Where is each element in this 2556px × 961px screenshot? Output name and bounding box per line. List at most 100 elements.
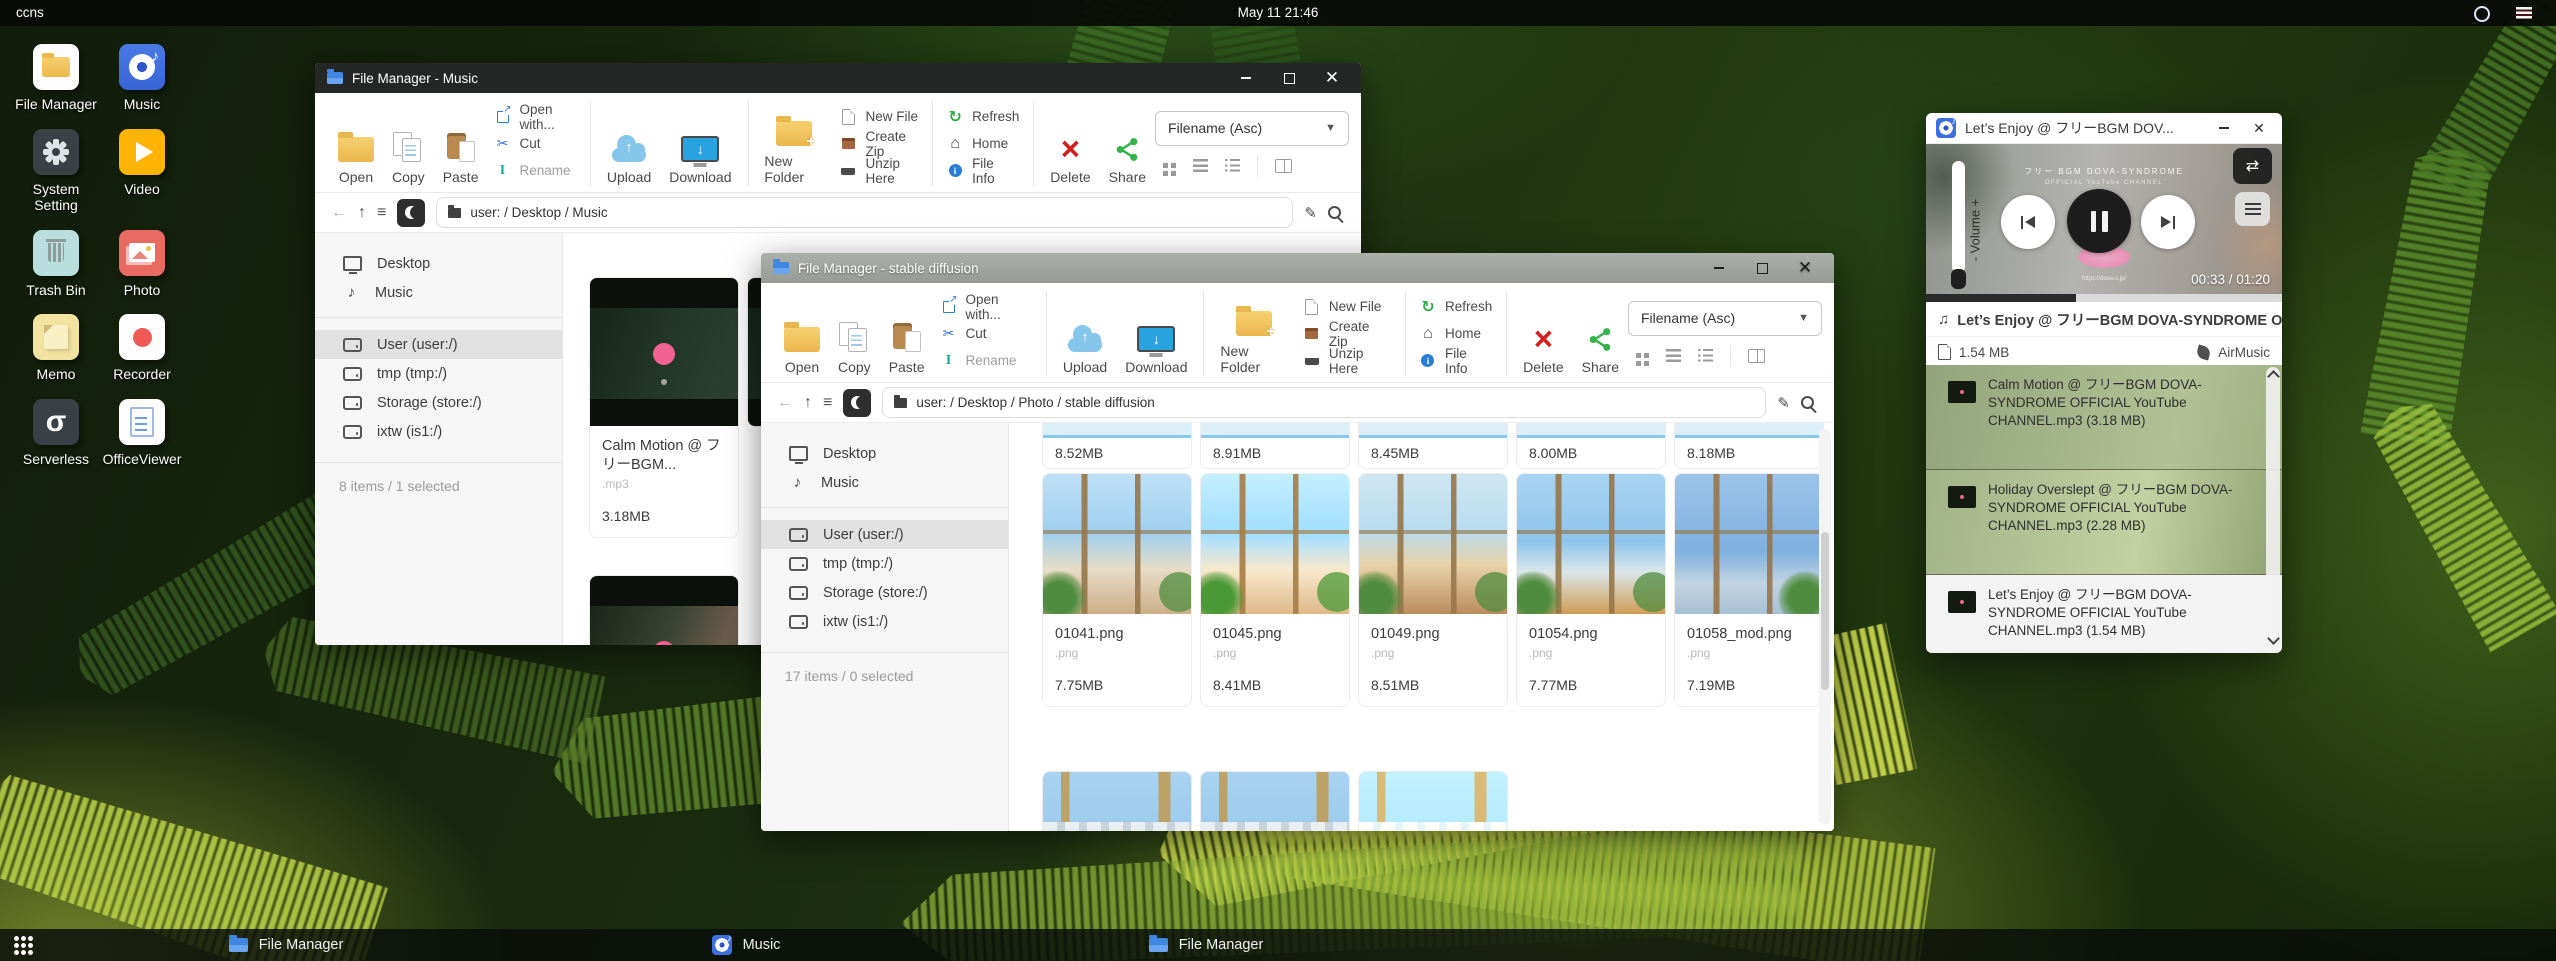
back-icon[interactable]: ← bbox=[777, 394, 793, 412]
playlist-item[interactable]: Calm Motion @ フリーBGM DOVA-SYNDROME OFFIC… bbox=[1926, 365, 2282, 470]
sidebar-item-user-drive[interactable]: User (user:/) bbox=[315, 330, 562, 359]
close-button[interactable]: ✕ bbox=[1788, 253, 1822, 283]
new-file-button[interactable]: New File bbox=[1304, 295, 1391, 319]
maximize-button[interactable] bbox=[1745, 253, 1779, 283]
sort-dropdown[interactable]: Filename (Asc) ▼ bbox=[1628, 301, 1822, 336]
close-button[interactable]: ✕ bbox=[1315, 63, 1349, 93]
app-launcher-icon[interactable] bbox=[13, 935, 34, 956]
pause-button[interactable] bbox=[2067, 189, 2131, 253]
list-view-icon[interactable] bbox=[1666, 349, 1681, 362]
dark-mode-toggle[interactable] bbox=[397, 199, 425, 227]
status-ring-icon[interactable] bbox=[2474, 6, 2490, 22]
open-button[interactable]: Open bbox=[329, 98, 383, 189]
share-button[interactable]: Share bbox=[1573, 288, 1628, 379]
scroll-up-icon[interactable] bbox=[2267, 370, 2280, 383]
home-button[interactable]: ⌂ Home bbox=[1420, 322, 1492, 346]
file-card-partial[interactable]: 8.91MB bbox=[1200, 423, 1350, 469]
delete-button[interactable]: × Delete bbox=[1514, 288, 1572, 379]
volume-slider[interactable] bbox=[1952, 161, 1965, 273]
desktop-icon-memo[interactable]: Memo bbox=[14, 314, 98, 383]
new-file-button[interactable]: New File bbox=[840, 105, 918, 129]
cut-button[interactable]: ✂ Cut bbox=[941, 322, 1032, 346]
search-icon[interactable] bbox=[1328, 206, 1341, 219]
open-with-button[interactable]: Open with... bbox=[941, 295, 1032, 319]
scroll-down-icon[interactable] bbox=[2267, 632, 2280, 645]
sidebar-item-ixtw-drive[interactable]: ixtw (is1:/) bbox=[761, 607, 1008, 636]
share-button[interactable]: Share bbox=[1100, 98, 1155, 189]
unzip-here-button[interactable]: Unzip Here bbox=[840, 159, 918, 183]
create-zip-button[interactable]: Create Zip bbox=[840, 132, 918, 156]
file-card-01058-mod[interactable]: 01058_mod.png .png 7.19MB bbox=[1674, 473, 1824, 707]
minimize-button[interactable] bbox=[1229, 63, 1263, 93]
sidebar-item-music[interactable]: ♪ Music bbox=[761, 468, 1008, 497]
refresh-button[interactable]: ↻ Refresh bbox=[947, 105, 1019, 129]
download-button[interactable]: ↓ Download bbox=[660, 98, 740, 189]
sidebar-item-tmp-drive[interactable]: tmp (tmp:/) bbox=[315, 359, 562, 388]
taskbar-item-file-manager-2[interactable]: File Manager bbox=[976, 929, 1436, 961]
edit-path-icon[interactable]: ✎ bbox=[1777, 394, 1790, 412]
back-icon[interactable]: ← bbox=[331, 204, 347, 222]
file-card-partial[interactable]: 8.00MB bbox=[1516, 423, 1666, 469]
desktop-icon-recorder[interactable]: Recorder bbox=[100, 314, 184, 383]
path-input[interactable]: user: / Desktop / Music bbox=[436, 197, 1293, 228]
open-button[interactable]: Open bbox=[775, 288, 829, 379]
file-card-01054[interactable]: 01054.png .png 7.77MB bbox=[1516, 473, 1666, 707]
upload-button[interactable]: ↑ Upload bbox=[1054, 288, 1116, 379]
copy-button[interactable]: Copy bbox=[829, 288, 880, 379]
playlist-item-current[interactable]: Let’s Enjoy @ フリーBGM DOVA-SYNDROME OFFIC… bbox=[1926, 575, 2282, 653]
column-view-icon[interactable] bbox=[1275, 159, 1292, 173]
close-button[interactable]: ✕ bbox=[2246, 113, 2272, 143]
file-card-partial[interactable] bbox=[589, 575, 739, 645]
sidebar-item-desktop[interactable]: Desktop bbox=[315, 249, 562, 278]
file-info-button[interactable]: i File Info bbox=[947, 159, 1019, 183]
file-card-partial[interactable] bbox=[1200, 771, 1350, 831]
maximize-button[interactable] bbox=[1272, 63, 1306, 93]
repeat-button[interactable]: ⇄ bbox=[2233, 148, 2272, 184]
progress-bar[interactable] bbox=[1926, 294, 2282, 302]
unzip-here-button[interactable]: Unzip Here bbox=[1304, 349, 1391, 373]
file-info-button[interactable]: i File Info bbox=[1420, 349, 1492, 373]
sidebar-item-tmp-drive[interactable]: tmp (tmp:/) bbox=[761, 549, 1008, 578]
download-button[interactable]: ↓ Download bbox=[1116, 288, 1196, 379]
sidebar-item-ixtw-drive[interactable]: ixtw (is1:/) bbox=[315, 417, 562, 446]
upload-button[interactable]: ↑ Upload bbox=[598, 98, 660, 189]
sidebar-item-music[interactable]: ♪ Music bbox=[315, 278, 562, 307]
paste-button[interactable]: Paste bbox=[880, 288, 934, 379]
desktop-icon-system-setting[interactable]: System Setting bbox=[14, 129, 98, 214]
file-card-partial[interactable]: 8.52MB bbox=[1042, 423, 1192, 469]
volume-thumb[interactable] bbox=[1951, 269, 1966, 289]
desktop-icon-officeviewer[interactable]: OfficeViewer bbox=[100, 399, 184, 468]
playlist-item[interactable]: Holiday Overslept @ フリーBGM DOVA-SYNDROME… bbox=[1926, 470, 2282, 575]
player-titlebar[interactable]: Let’s Enjoy @ フリーBGM DOV... ✕ bbox=[1926, 113, 2282, 144]
refresh-button[interactable]: ↻ Refresh bbox=[1420, 295, 1492, 319]
desktop-icon-photo[interactable]: Photo bbox=[100, 230, 184, 299]
next-track-button[interactable] bbox=[2141, 195, 2195, 249]
dark-mode-toggle[interactable] bbox=[843, 389, 871, 417]
open-with-button[interactable]: Open with... bbox=[495, 105, 577, 129]
rename-button[interactable]: I Rename bbox=[495, 159, 577, 183]
menu-icon[interactable]: ≡ bbox=[377, 204, 386, 222]
taskbar-item-file-manager-1[interactable]: File Manager bbox=[56, 929, 516, 961]
detail-view-icon[interactable] bbox=[1225, 159, 1240, 172]
sidebar-item-storage-drive[interactable]: Storage (store:/) bbox=[315, 388, 562, 417]
search-icon[interactable] bbox=[1801, 396, 1814, 409]
scrollbar[interactable] bbox=[1819, 429, 1831, 825]
desktop-icon-trash-bin[interactable]: Trash Bin bbox=[14, 230, 98, 299]
file-card-partial[interactable]: 8.18MB bbox=[1674, 423, 1824, 469]
new-folder-button[interactable]: New Folder bbox=[755, 98, 833, 189]
home-button[interactable]: ⌂ Home bbox=[947, 132, 1019, 156]
sidebar-item-storage-drive[interactable]: Storage (store:/) bbox=[761, 578, 1008, 607]
desktop-icon-file-manager[interactable]: File Manager bbox=[14, 44, 98, 113]
desktop-icon-music[interactable]: Music bbox=[100, 44, 184, 113]
menu-icon[interactable]: ≡ bbox=[823, 394, 832, 412]
cut-button[interactable]: ✂ Cut bbox=[495, 132, 577, 156]
delete-button[interactable]: × Delete bbox=[1041, 98, 1099, 189]
file-card-01049[interactable]: 01049.png .png 8.51MB bbox=[1358, 473, 1508, 707]
sort-dropdown[interactable]: Filename (Asc) ▼ bbox=[1155, 111, 1349, 146]
playlist-scrollbar[interactable] bbox=[2266, 367, 2280, 648]
taskbar-item-music[interactable]: Music bbox=[516, 929, 976, 961]
paste-button[interactable]: Paste bbox=[434, 98, 488, 189]
file-card-partial[interactable] bbox=[1358, 771, 1508, 831]
sidebar-item-user-drive[interactable]: User (user:/) bbox=[761, 520, 1008, 549]
create-zip-button[interactable]: Create Zip bbox=[1304, 322, 1391, 346]
